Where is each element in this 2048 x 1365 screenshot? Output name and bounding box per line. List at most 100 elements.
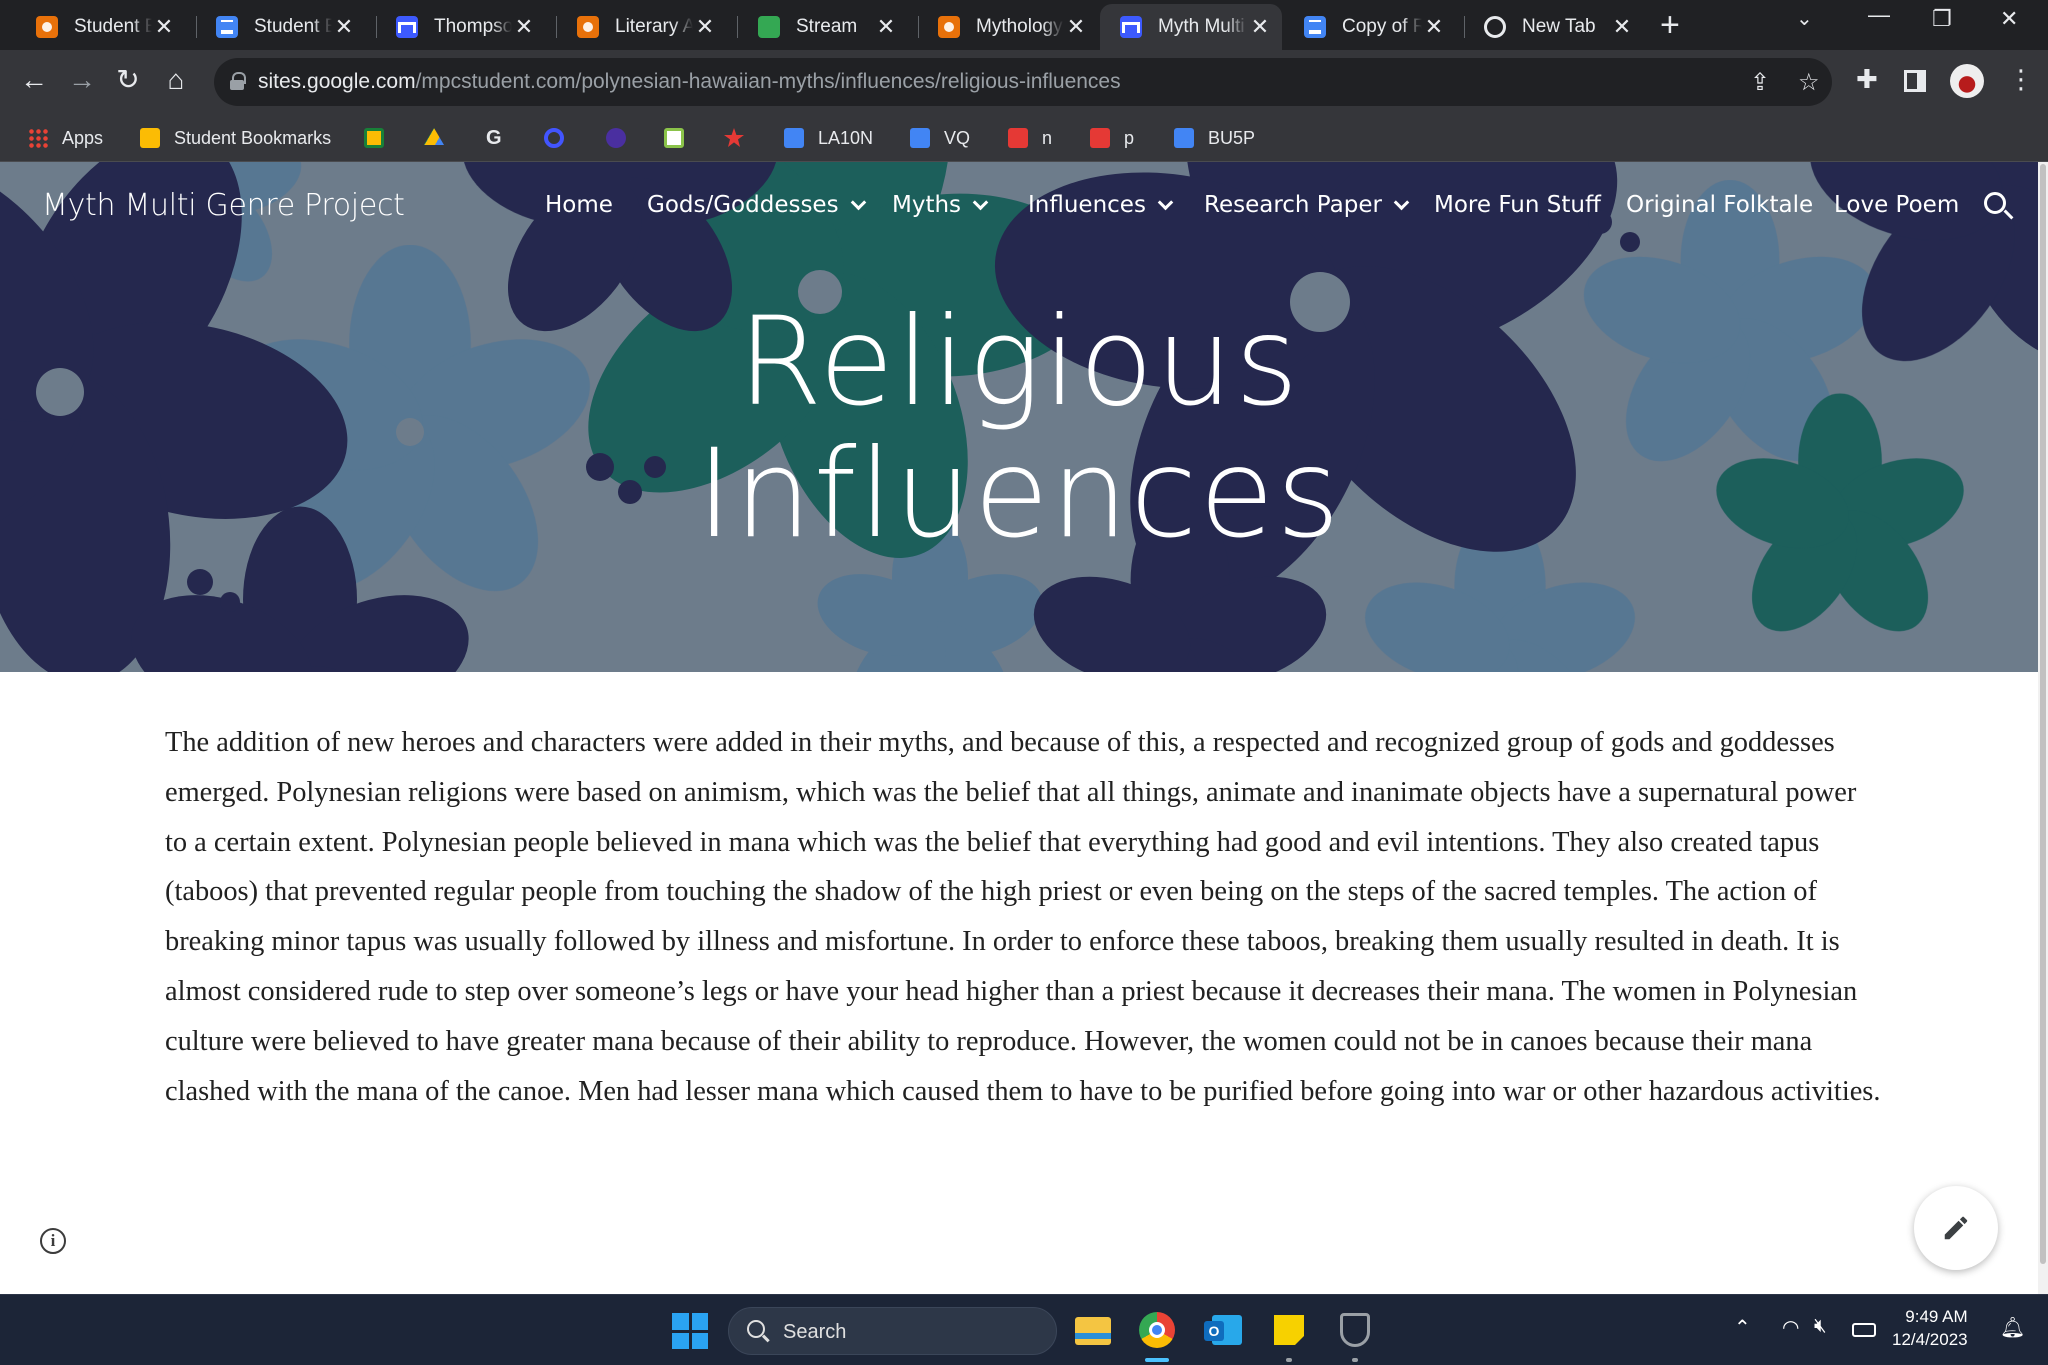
taskbar-search-label: Search	[783, 1321, 847, 1343]
scrollbar-thumb[interactable]	[2040, 164, 2046, 1264]
tab-literary-analysis[interactable]: Literary Analysis ✕	[557, 4, 727, 50]
restore-button[interactable]: ❐	[1932, 6, 1952, 32]
close-icon[interactable]: ✕	[1422, 14, 1446, 40]
notifications-bell-icon[interactable]: 🔔︎	[2000, 1315, 2025, 1340]
windows-start-icon[interactable]	[672, 1313, 708, 1349]
page-title-line-2: Influences	[696, 423, 1342, 565]
address-bar[interactable]: sites.google.com/mpcstudent.com/polynesi…	[214, 58, 1832, 106]
bookmark-drive[interactable]	[424, 124, 458, 152]
nav-gods-goddesses[interactable]: Gods/Goddesses	[647, 192, 866, 218]
menu-icon[interactable]: ⋮	[2008, 64, 2034, 95]
edit-page-button[interactable]	[1914, 1186, 1998, 1270]
tab-copy-of-research[interactable]: Copy of Research ✕	[1284, 4, 1456, 50]
nav-myths[interactable]: Myths	[892, 192, 989, 218]
tab-title: Literary Analysis	[615, 16, 693, 37]
tab-title: Myth Multi Genre Project	[1158, 16, 1248, 37]
nav-more-fun-stuff[interactable]: More Fun Stuff	[1434, 192, 1601, 218]
site-title[interactable]: Myth Multi Genre Project	[42, 188, 405, 223]
bookmark-quill[interactable]	[606, 124, 640, 152]
bookmark-red-icon	[1090, 128, 1110, 148]
search-icon	[747, 1320, 765, 1338]
reload-button[interactable]: ↻	[108, 64, 148, 96]
back-button[interactable]: ←	[14, 64, 54, 96]
extensions-icon[interactable]: ✚	[1856, 64, 1878, 95]
nav-love-poem[interactable]: Love Poem	[1834, 192, 1959, 218]
tab-stream[interactable]: Stream ✕	[738, 4, 908, 50]
bookmark-bu5p[interactable]: BU5P	[1174, 124, 1255, 152]
tab-title: Thompson	[434, 16, 512, 37]
folder-icon	[140, 128, 160, 148]
chevron-down-icon[interactable]	[1393, 194, 1410, 210]
close-icon[interactable]: ✕	[332, 14, 356, 40]
tab-new-tab[interactable]: New Tab ✕	[1464, 4, 1644, 50]
bookmark-la10n[interactable]: LA10N	[784, 124, 873, 152]
bookmark-p[interactable]: p	[1090, 124, 1134, 152]
bookmark-puzzle[interactable]	[724, 124, 758, 152]
search-icon[interactable]	[1984, 192, 2006, 214]
bookmark-vq[interactable]: VQ	[910, 124, 970, 152]
nav-influences[interactable]: Influences	[1028, 192, 1174, 218]
tab-thompson[interactable]: Thompson ✕	[376, 4, 546, 50]
tab-student-engagement[interactable]: Student Engagement ✕	[16, 4, 186, 50]
google-docs-icon	[216, 16, 238, 38]
profile-avatar[interactable]	[1950, 64, 1984, 98]
close-icon[interactable]: ✕	[1610, 14, 1634, 40]
tab-student-essay[interactable]: Student Essay ✕	[196, 4, 366, 50]
close-window-button[interactable]: ✕	[2000, 6, 2018, 32]
bookmark-star-icon[interactable]: ☆	[1798, 68, 1820, 97]
bookmark-student-bookmarks[interactable]: Student Bookmarks	[140, 124, 331, 152]
nav-label: Influences	[1028, 192, 1146, 218]
article-paragraph: The addition of new heroes and character…	[165, 727, 1881, 1107]
close-icon[interactable]: ✕	[874, 14, 898, 40]
tab-myth-multi-genre-project[interactable]: Myth Multi Genre Project ✕	[1100, 4, 1282, 50]
close-icon[interactable]: ✕	[512, 14, 536, 40]
close-icon[interactable]: ✕	[1248, 14, 1272, 40]
page-title: Religious Influences	[0, 296, 2038, 560]
chrome-icon[interactable]	[1136, 1309, 1178, 1351]
chevron-up-icon[interactable]: ⌃	[1734, 1315, 1751, 1340]
home-button[interactable]: ⌂	[156, 64, 196, 96]
nav-research-paper[interactable]: Research Paper	[1204, 192, 1410, 218]
tab-strip: Student Engagement ✕ Student Essay ✕ Tho…	[0, 0, 2048, 50]
wifi-icon[interactable]: ◠	[1782, 1315, 1799, 1340]
outlook-icon[interactable]: O	[1202, 1309, 1244, 1351]
new-tab-button[interactable]: +	[1660, 8, 1680, 42]
bookmark-label: LA10N	[818, 127, 874, 148]
tab-mythology[interactable]: Mythology ✕	[918, 4, 1098, 50]
chevron-down-icon[interactable]	[850, 194, 866, 210]
shield-icon[interactable]	[1334, 1309, 1376, 1351]
bookmark-n[interactable]: n	[1008, 124, 1052, 152]
system-clock[interactable]: 9:49 AM 12/4/2023	[1892, 1305, 1968, 1351]
nav-original-folktale[interactable]: Original Folktale	[1626, 192, 1813, 218]
chevron-down-icon[interactable]	[1157, 194, 1174, 210]
bookmark-apps[interactable]: Apps	[28, 124, 103, 152]
bookmark-google[interactable]: G	[486, 124, 502, 152]
side-panel-icon[interactable]	[1904, 70, 1926, 92]
info-icon[interactable]: i	[40, 1228, 66, 1254]
url-text[interactable]: sites.google.com/mpcstudent.com/polynesi…	[258, 70, 1121, 94]
forward-button[interactable]: →	[62, 64, 102, 96]
bookmark-ixl[interactable]	[664, 124, 698, 152]
nav-label: More Fun Stuff	[1434, 192, 1601, 218]
page-scrollbar[interactable]	[2038, 162, 2048, 1294]
tab-search-chevron-icon[interactable]: ⌄	[1796, 6, 1813, 31]
windows-taskbar: Search O ⌃ ◠ 🔇︎ 9:49 AM 12/4/2023 🔔︎	[0, 1294, 2048, 1365]
close-icon[interactable]: ✕	[693, 14, 717, 40]
apps-grid-icon	[28, 128, 48, 148]
tab-title: Stream	[796, 16, 858, 37]
google-classroom-icon	[758, 16, 780, 38]
close-icon[interactable]: ✕	[1064, 14, 1088, 40]
file-explorer-icon[interactable]	[1072, 1309, 1114, 1351]
battery-icon[interactable]	[1852, 1323, 1876, 1337]
minimize-button[interactable]: —	[1868, 2, 1890, 28]
nav-home[interactable]: Home	[545, 192, 613, 218]
volume-muted-icon[interactable]: 🔇︎	[1814, 1315, 1827, 1338]
sticky-notes-icon[interactable]	[1268, 1309, 1310, 1351]
chevron-down-icon[interactable]	[972, 194, 989, 210]
taskbar-search[interactable]: Search	[728, 1307, 1057, 1355]
bookmark-quizlet[interactable]	[544, 124, 578, 152]
close-icon[interactable]: ✕	[152, 14, 176, 40]
bookmark-red-icon	[1008, 128, 1028, 148]
share-icon[interactable]: ⇪	[1750, 68, 1770, 97]
bookmark-classroom[interactable]	[364, 124, 398, 152]
